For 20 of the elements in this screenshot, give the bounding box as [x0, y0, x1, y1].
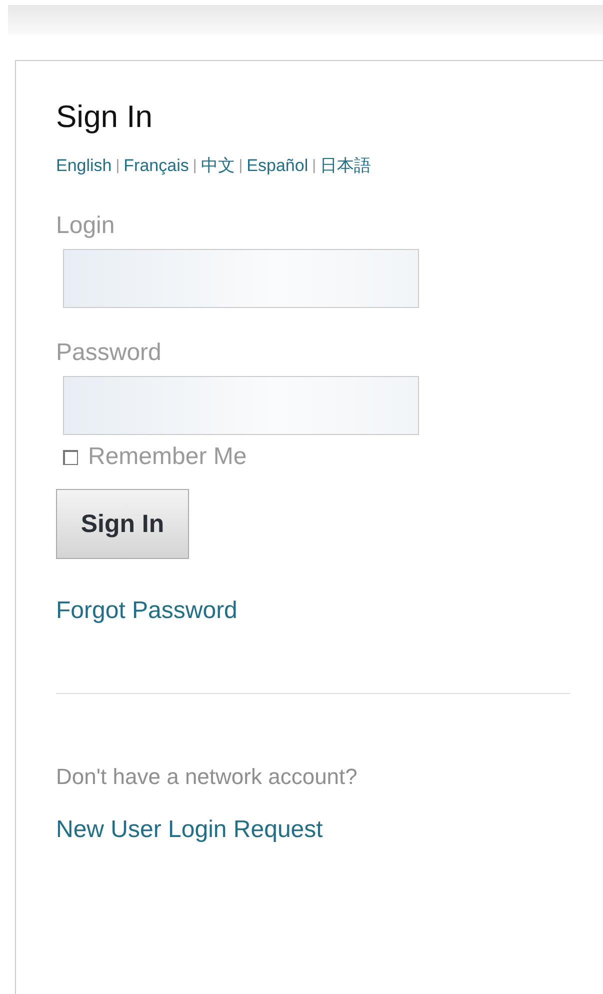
checkbox-label: Remember Me — [88, 443, 247, 471]
sign-in-button[interactable]: Sign In — [56, 489, 189, 559]
field-label: Login — [56, 211, 115, 241]
language-link[interactable]: Español — [246, 155, 308, 177]
page-title: Sign In — [56, 99, 153, 135]
language-link[interactable]: 中文 — [200, 155, 235, 177]
separator: | — [192, 156, 197, 176]
input-field[interactable] — [63, 376, 419, 435]
separator: | — [116, 156, 120, 176]
input-field[interactable] — [63, 249, 419, 308]
signup-prompt: Don't have a network account? — [56, 764, 358, 790]
signup-link[interactable]: New User Login Request — [56, 816, 323, 843]
language-link[interactable]: 日本語 — [320, 155, 372, 177]
separator: | — [238, 156, 243, 176]
field-label: Password — [56, 338, 162, 368]
language-link[interactable]: Français — [124, 155, 189, 177]
separator: | — [312, 156, 316, 176]
forgot-password-link[interactable]: Forgot Password — [56, 597, 238, 624]
checkbox[interactable] — [63, 450, 78, 464]
language-link[interactable]: English — [56, 155, 112, 177]
